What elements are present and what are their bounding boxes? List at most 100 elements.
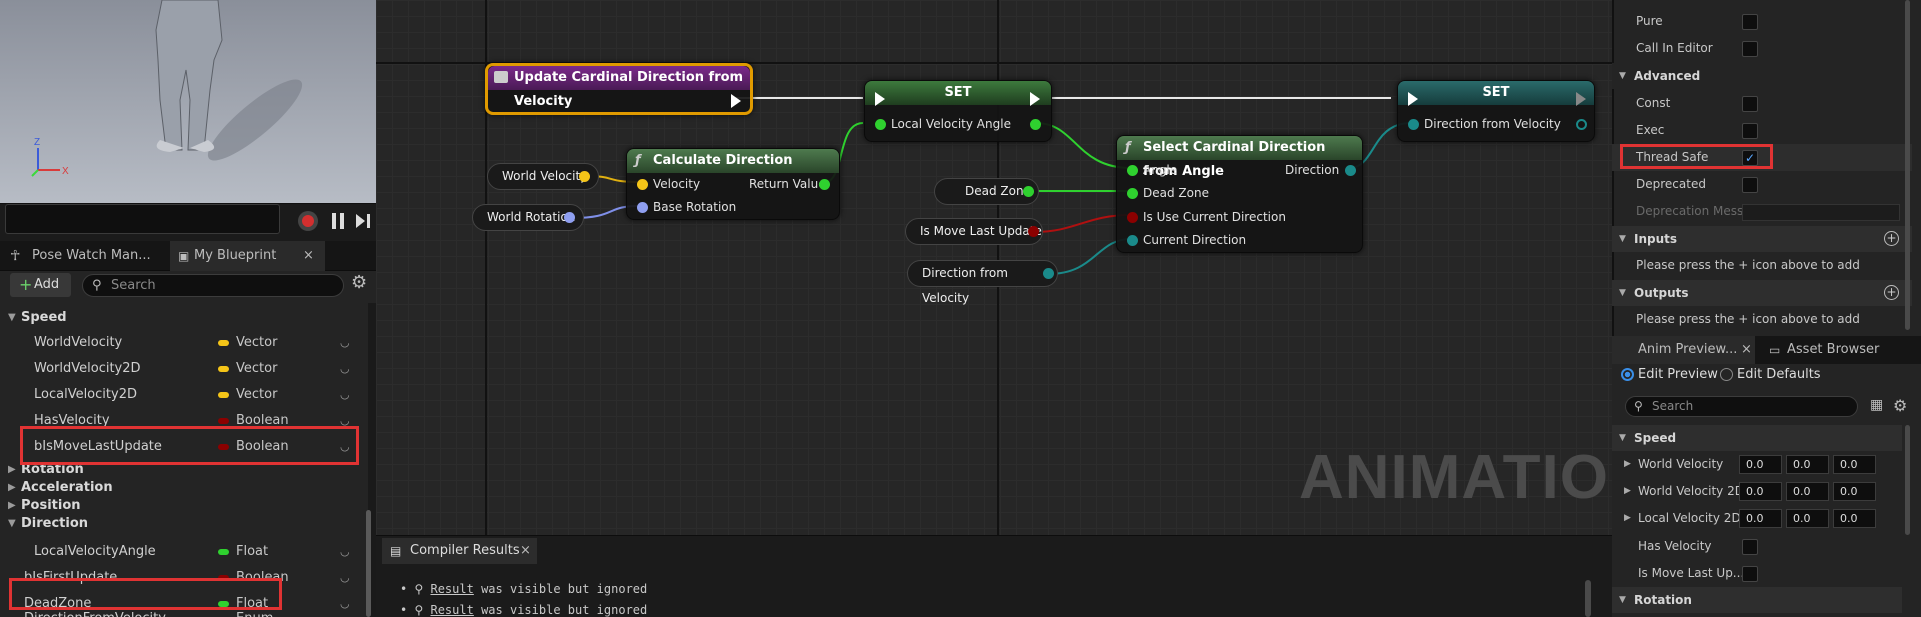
enum-out-pin[interactable] <box>1576 119 1587 130</box>
expand-arrow-icon[interactable]: ▶ <box>1624 478 1631 505</box>
world-velocity-y-field[interactable]: 0.0 <box>1786 455 1829 474</box>
event-node-update-cardinal[interactable]: Update Cardinal Direction from Velocity <box>485 63 753 115</box>
variable-row[interactable]: LocalVelocity2D Vector ◡ <box>0 382 368 408</box>
anim-search-input[interactable]: ⚲ Search <box>1625 396 1858 417</box>
variable-row[interactable]: DirectionFromVelocityEnum... <box>0 609 368 617</box>
event-graph[interactable]: Update Cardinal Direction from Velocity … <box>376 0 1654 535</box>
timeline-field[interactable] <box>5 204 280 234</box>
tab-my-blueprint[interactable]: ▣ My Blueprint × <box>170 241 325 271</box>
exec-checkbox[interactable] <box>1742 123 1758 139</box>
blueprint-search-input[interactable]: ⚲ Search <box>82 274 344 297</box>
exec-out-pin[interactable] <box>1576 92 1586 106</box>
float-in-pin[interactable] <box>875 119 886 130</box>
exec-out-pin[interactable] <box>1030 92 1040 106</box>
has-velocity-checkbox[interactable] <box>1742 539 1758 555</box>
settings-gear-icon[interactable]: ⚙ <box>1893 396 1907 415</box>
getter-direction-from-velocity[interactable]: Direction from Velocity <box>907 260 1058 305</box>
close-icon[interactable]: × <box>520 538 531 564</box>
eye-icon[interactable]: ◡ <box>340 330 350 356</box>
preview-row-has-velocity: Has Velocity <box>1638 539 1712 553</box>
edit-defaults-radio[interactable]: Edit Defaults <box>1720 367 1821 383</box>
preview-scrollbar[interactable] <box>1905 425 1910 535</box>
getter-dead-zone[interactable]: Dead Zone <box>934 178 1039 205</box>
enum-in-pin[interactable] <box>1408 119 1419 130</box>
variable-row[interactable]: LocalVelocityAngle Float ◡ <box>0 539 368 565</box>
eye-icon[interactable]: ◡ <box>340 539 350 565</box>
expand-arrow-icon[interactable]: ▶ <box>1624 505 1631 532</box>
category-speed[interactable]: ▼ Speed <box>0 305 368 331</box>
float-in-pin[interactable] <box>1127 188 1138 199</box>
table-view-icon[interactable]: ▦ <box>1870 397 1883 413</box>
add-input-plus-icon[interactable]: + <box>1884 231 1899 246</box>
tab-compiler-results[interactable]: ▤ Compiler Results × <box>382 538 537 564</box>
enum-out-pin[interactable] <box>1043 268 1054 279</box>
rotator-in-pin[interactable] <box>637 202 648 213</box>
tab-anim-preview[interactable]: Anim Preview... × <box>1612 336 1755 364</box>
deprecation-message-input[interactable] <box>1742 204 1900 221</box>
world-velocity-z-field[interactable]: 0.0 <box>1833 455 1876 474</box>
tab-pose-watch-manager[interactable]: ☥ Pose Watch Man... <box>0 241 170 271</box>
getter-world-velocity[interactable]: World Velocity <box>487 163 599 190</box>
section-inputs[interactable]: ▼ Inputs <box>1612 226 1912 252</box>
section-outputs[interactable]: ▼ Outputs <box>1612 280 1912 306</box>
float-in-pin[interactable] <box>1127 165 1138 176</box>
enum-in-pin[interactable] <box>1127 235 1138 246</box>
deprecated-checkbox[interactable] <box>1742 177 1758 193</box>
preview-viewport[interactable]: Z X <box>0 0 376 203</box>
variable-row[interactable]: WorldVelocity Vector ◡ <box>0 330 368 356</box>
preview-section-rotation[interactable]: ▼ Rotation <box>1612 587 1902 613</box>
is-move-last-update-checkbox[interactable] <box>1742 566 1758 582</box>
pure-checkbox[interactable] <box>1742 14 1758 30</box>
set-node-direction-from-velocity[interactable]: SET Direction from Velocity <box>1397 80 1595 142</box>
float-out-pin[interactable] <box>1030 119 1041 130</box>
function-node-select-cardinal-direction[interactable]: ƒ Select Cardinal Direction from Angle A… <box>1116 135 1363 253</box>
enum-out-pin[interactable] <box>1345 165 1356 176</box>
float-out-pin[interactable] <box>1023 186 1034 197</box>
vector-out-pin[interactable] <box>579 171 590 182</box>
compiler-scrollbar[interactable] <box>1585 580 1591 617</box>
getter-is-move-last-update[interactable]: Is Move Last Update <box>905 218 1043 245</box>
close-icon[interactable]: × <box>1741 336 1752 364</box>
rotator-out-pin[interactable] <box>564 212 575 223</box>
preview-section-speed[interactable]: ▼ Speed <box>1612 425 1902 451</box>
world-velocity-x-field[interactable]: 0.0 <box>1739 455 1782 474</box>
pause-button[interactable] <box>330 211 346 231</box>
eye-icon[interactable]: ◡ <box>340 356 350 382</box>
exec-in-pin[interactable] <box>875 92 885 106</box>
bool-out-pin[interactable] <box>1028 226 1039 237</box>
getter-world-rotation[interactable]: World Rotation <box>472 204 584 231</box>
settings-gear-icon[interactable]: ⚙ <box>351 272 367 293</box>
eye-icon[interactable]: ◡ <box>340 382 350 408</box>
result-link[interactable]: Result <box>430 582 473 596</box>
variable-row[interactable]: WorldVelocity2D Vector ◡ <box>0 356 368 382</box>
edit-preview-radio[interactable]: Edit Preview <box>1621 367 1718 383</box>
call-in-editor-checkbox[interactable] <box>1742 41 1758 57</box>
float-out-pin[interactable] <box>819 179 830 190</box>
expand-arrow-icon[interactable]: ▶ <box>1624 451 1631 478</box>
vector-in-pin[interactable] <box>637 179 648 190</box>
tab-asset-browser[interactable]: ▭ Asset Browser <box>1762 336 1912 364</box>
eye-icon[interactable]: ◡ <box>340 565 350 591</box>
function-node-calculate-direction[interactable]: ƒ Calculate Direction Velocity Base Rota… <box>626 148 840 220</box>
world-velocity-2d-y-field[interactable]: 0.0 <box>1786 482 1829 501</box>
category-direction[interactable]: ▼ Direction <box>0 511 368 537</box>
section-advanced[interactable]: ▼ Advanced <box>1612 63 1912 89</box>
set-node-local-velocity-angle[interactable]: SET Local Velocity Angle <box>864 80 1052 142</box>
exec-in-pin[interactable] <box>1408 92 1418 106</box>
world-velocity-2d-x-field[interactable]: 0.0 <box>1739 482 1782 501</box>
add-button[interactable]: + Add <box>10 273 71 297</box>
details-scrollbar[interactable] <box>1905 0 1910 330</box>
local-velocity-2d-z-field[interactable]: 0.0 <box>1833 509 1876 528</box>
left-scrollbar[interactable] <box>366 510 371 617</box>
local-velocity-2d-x-field[interactable]: 0.0 <box>1739 509 1782 528</box>
exec-out-pin[interactable] <box>731 94 741 108</box>
result-link[interactable]: Result <box>430 603 473 617</box>
local-velocity-2d-y-field[interactable]: 0.0 <box>1786 509 1829 528</box>
bool-in-pin[interactable] <box>1127 212 1138 223</box>
add-output-plus-icon[interactable]: + <box>1884 285 1899 300</box>
step-forward-button[interactable] <box>356 211 372 231</box>
close-icon[interactable]: × <box>303 241 314 271</box>
const-checkbox[interactable] <box>1742 96 1758 112</box>
record-button[interactable] <box>298 211 318 231</box>
world-velocity-2d-z-field[interactable]: 0.0 <box>1833 482 1876 501</box>
